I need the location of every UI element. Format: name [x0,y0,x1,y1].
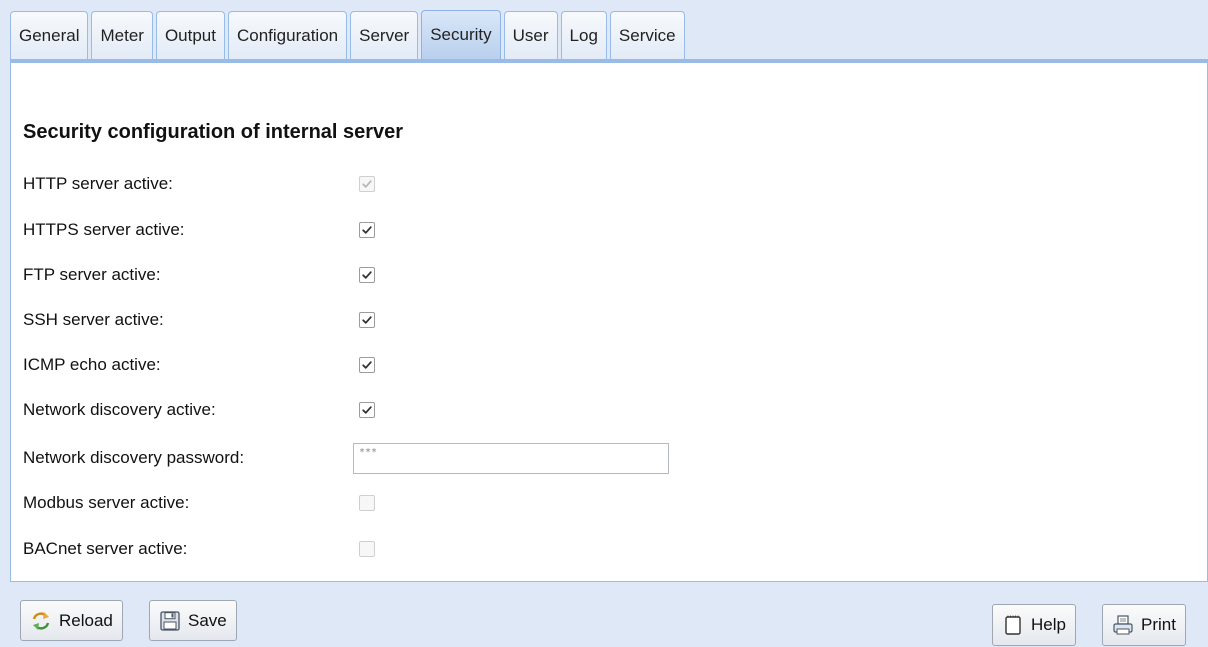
printer-icon [1112,614,1134,636]
help-button[interactable]: Help [992,604,1076,646]
discovery-password-input[interactable]: *** [353,442,669,474]
https-row: HTTPS server active: [23,215,375,245]
bacnet-row: BACnet server active: [23,534,375,564]
help-page-icon [1002,614,1024,636]
tab-user[interactable]: User [503,11,558,59]
tab-output[interactable]: Output [155,11,225,59]
print-label: Print [1141,615,1176,634]
discovery-checkbox[interactable] [359,402,375,418]
ftp-row: FTP server active: [23,260,375,290]
tab-meter[interactable]: Meter [91,11,153,59]
icmp-checkbox[interactable] [359,357,375,373]
ftp-label: FTP server active: [23,265,161,284]
tab-log[interactable]: Log [560,11,607,59]
ssh-checkbox[interactable] [359,312,375,328]
tab-server[interactable]: Server [350,11,419,59]
discovery-password-row: Network discovery password: *** [23,442,669,474]
discovery-label: Network discovery active: [23,400,216,419]
security-panel: Security configuration of internal serve… [10,59,1208,582]
help-label: Help [1031,615,1066,634]
ssh-row: SSH server active: [23,305,375,335]
checkmark-icon [362,316,372,324]
icmp-row: ICMP echo active: [23,350,375,380]
print-button[interactable]: Print [1102,604,1186,646]
checkmark-icon [362,180,372,188]
reload-label: Reload [59,610,113,630]
tab-security[interactable]: Security [421,10,501,59]
tab-service[interactable]: Service [609,11,685,59]
section-title: Security configuration of internal serve… [23,121,404,143]
discovery-row: Network discovery active: [23,395,375,425]
ssh-label: SSH server active: [23,310,164,329]
ftp-checkbox[interactable] [359,267,375,283]
tab-bar: General Meter Output Configuration Serve… [10,7,685,59]
icmp-label: ICMP echo active: [23,355,161,374]
save-button[interactable]: Save [149,600,237,641]
save-label: Save [188,610,227,630]
tab-configuration[interactable]: Configuration [228,11,348,59]
modbus-label: Modbus server active: [23,493,190,512]
http-row: HTTP server active: [23,169,375,199]
checkmark-icon [362,361,372,369]
https-checkbox[interactable] [359,222,375,238]
tab-general[interactable]: General [10,11,89,59]
discovery-password-label: Network discovery password: [23,448,245,467]
http-label: HTTP server active: [23,174,173,193]
modbus-checkbox[interactable] [359,495,375,511]
http-checkbox[interactable] [359,176,375,192]
checkmark-icon [362,406,372,414]
https-label: HTTPS server active: [23,220,185,239]
floppy-disk-icon [159,610,181,632]
bacnet-label: BACnet server active: [23,539,188,558]
reload-button[interactable]: Reload [20,600,123,641]
checkmark-icon [362,226,372,234]
checkmark-icon [362,271,372,279]
bacnet-checkbox[interactable] [359,541,375,557]
reload-icon [30,610,52,632]
modbus-row: Modbus server active: [23,488,375,518]
